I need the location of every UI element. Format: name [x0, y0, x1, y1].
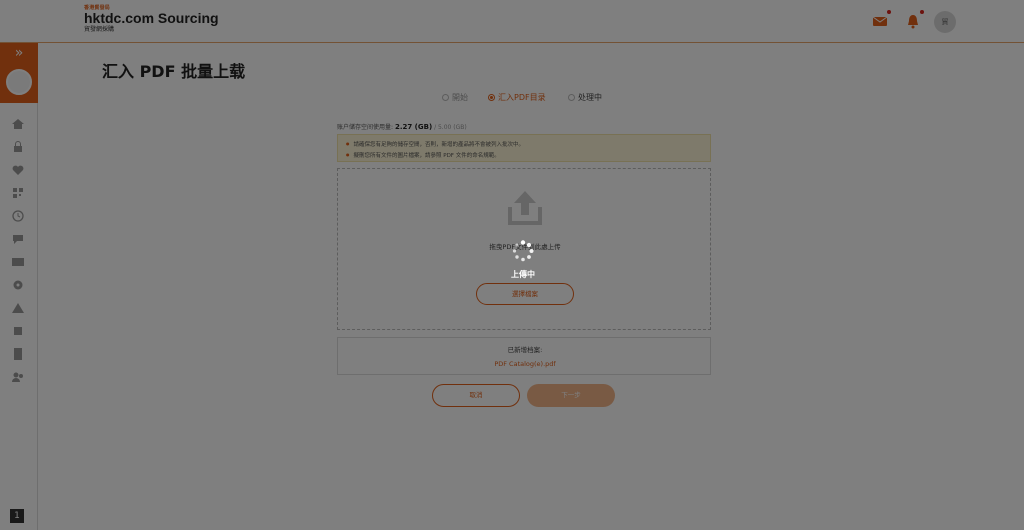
- loading-text: 上傳中: [511, 270, 535, 279]
- loading-overlay: 上傳中: [0, 0, 1024, 530]
- loading-spinner-icon: [512, 240, 534, 262]
